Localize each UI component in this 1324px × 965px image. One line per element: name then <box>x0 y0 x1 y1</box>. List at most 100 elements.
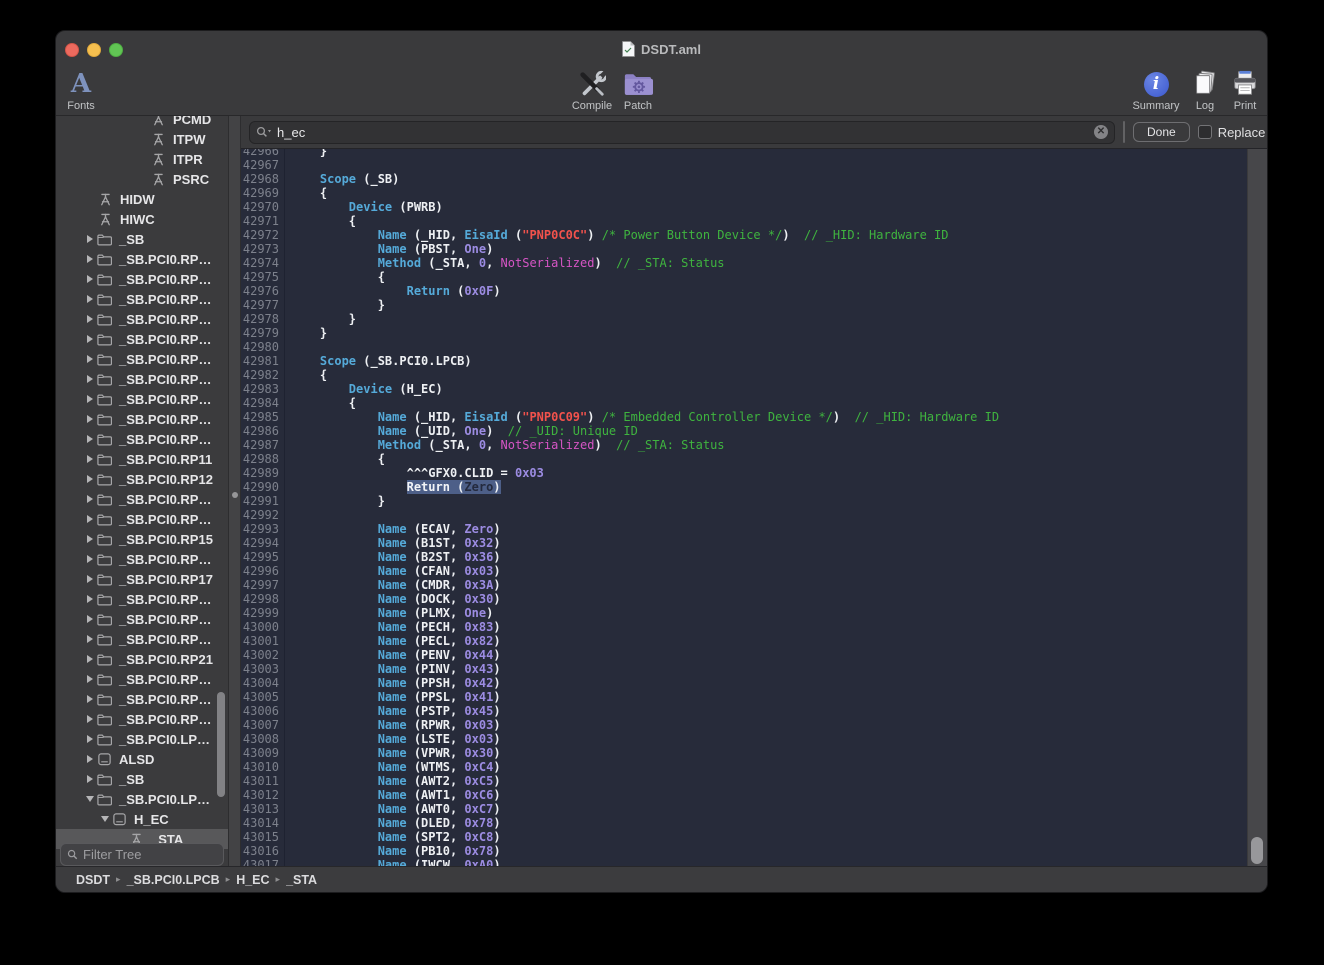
editor-scrollbar-track[interactable] <box>1247 149 1267 867</box>
sidebar-scrollbar-thumb[interactable] <box>217 692 225 797</box>
disclosure-triangle-icon[interactable] <box>83 435 97 443</box>
disclosure-triangle-icon[interactable] <box>83 655 97 663</box>
search-icon[interactable] <box>256 126 272 138</box>
tree-item--sb-pci0-rp12[interactable]: _SB.PCI0.RP12 <box>56 469 228 489</box>
line-number: 43016 <box>241 844 284 858</box>
disclosure-triangle-icon[interactable] <box>83 355 97 363</box>
disclosure-triangle-icon[interactable] <box>83 675 97 683</box>
disclosure-triangle-icon[interactable] <box>83 715 97 723</box>
disclosure-triangle-icon[interactable] <box>83 315 97 323</box>
tree-item--sb-pci0-rp-[interactable]: _SB.PCI0.RP… <box>56 629 228 649</box>
disclosure-triangle-icon[interactable] <box>83 535 97 543</box>
disclosure-triangle-icon[interactable] <box>83 635 97 643</box>
disclosure-triangle-icon[interactable] <box>83 695 97 703</box>
tree-item--sb-pci0-rp-[interactable]: _SB.PCI0.RP… <box>56 509 228 529</box>
tree-item--sb-pci0-rp-[interactable]: _SB.PCI0.RP… <box>56 589 228 609</box>
fonts-button[interactable]: A Fonts <box>55 69 116 112</box>
disclosure-triangle-icon[interactable] <box>83 455 97 463</box>
tree-item--sb-pci0-lp-[interactable]: _SB.PCI0.LP… <box>56 729 228 749</box>
disclosure-triangle-icon[interactable] <box>83 595 97 603</box>
tree-item--sb-pci0-rp-[interactable]: _SB.PCI0.RP… <box>56 389 228 409</box>
disclosure-triangle-icon[interactable] <box>83 796 97 802</box>
tree-item--sb-pci0-rp-[interactable]: _SB.PCI0.RP… <box>56 549 228 569</box>
filter-tree-field[interactable]: Filter Tree <box>60 843 224 866</box>
tree-item-psrc[interactable]: PSRC <box>56 169 228 189</box>
find-query[interactable]: h_ec <box>277 125 1089 140</box>
patch-button[interactable]: Patch <box>603 69 673 112</box>
done-button[interactable]: Done <box>1133 122 1190 142</box>
disclosure-triangle-icon[interactable] <box>83 755 97 763</box>
breadcrumb-item[interactable]: _SB.PCI0.LPCB <box>127 873 220 887</box>
tree-item--sb-pci0-rp-[interactable]: _SB.PCI0.RP… <box>56 669 228 689</box>
tree-item--sb-pci0-rp-[interactable]: _SB.PCI0.RP… <box>56 369 228 389</box>
find-previous-button[interactable]: ‹ <box>1124 122 1125 142</box>
tree-item--sb-pci0-lp-[interactable]: _SB.PCI0.LP… <box>56 789 228 809</box>
tree-item--sb-pci0-rp-[interactable]: _SB.PCI0.RP… <box>56 349 228 369</box>
sidebar: PCMDITPWITPRPSRCHIDWHIWC_SB_SB.PCI0.RP…_… <box>56 116 228 867</box>
tree-item--sb[interactable]: _SB <box>56 769 228 789</box>
print-button[interactable]: Print <box>1210 69 1268 112</box>
disclosure-triangle-icon[interactable] <box>83 275 97 283</box>
disclosure-triangle-icon[interactable] <box>83 395 97 403</box>
disclosure-triangle-icon[interactable] <box>83 255 97 263</box>
code-editor[interactable]: 42966 }4296742968 Scope (_SB)42969 {4297… <box>241 149 1247 867</box>
tree-item-alsd[interactable]: ALSD <box>56 749 228 769</box>
tree-item-label: _SB.PCI0.RP… <box>119 392 211 407</box>
disclosure-triangle-icon[interactable] <box>83 515 97 523</box>
clear-search-icon[interactable]: ✕ <box>1094 125 1108 139</box>
code-token: Scope <box>320 354 356 368</box>
fonts-icon: A <box>71 71 91 97</box>
tree-item--sb-pci0-rp-[interactable]: _SB.PCI0.RP… <box>56 329 228 349</box>
title-bar[interactable]: DSDT.aml <box>56 31 1267 67</box>
replace-toggle[interactable]: Replace <box>1198 125 1266 140</box>
tree-item-itpr[interactable]: ITPR <box>56 149 228 169</box>
replace-checkbox[interactable] <box>1198 125 1212 139</box>
disclosure-triangle-icon[interactable] <box>83 735 97 743</box>
disclosure-triangle-icon[interactable] <box>83 775 97 783</box>
disclosure-triangle-icon[interactable] <box>83 335 97 343</box>
tree-item--sb-pci0-rp-[interactable]: _SB.PCI0.RP… <box>56 489 228 509</box>
code-token: (PB10, <box>407 844 465 858</box>
tree-item--sb-pci0-rp-[interactable]: _SB.PCI0.RP… <box>56 249 228 269</box>
tree-item-hiwc[interactable]: HIWC <box>56 209 228 229</box>
tree-item-itpw[interactable]: ITPW <box>56 129 228 149</box>
tree-item--sb-pci0-rp-[interactable]: _SB.PCI0.RP… <box>56 309 228 329</box>
disclosure-triangle-icon[interactable] <box>83 615 97 623</box>
tree-item--sb[interactable]: _SB <box>56 229 228 249</box>
code-token: } <box>284 298 385 312</box>
tree-item--sb-pci0-rp-[interactable]: _SB.PCI0.RP… <box>56 709 228 729</box>
find-field[interactable]: h_ec ✕ <box>249 121 1115 144</box>
disclosure-triangle-icon[interactable] <box>83 235 97 243</box>
disclosure-triangle-icon[interactable] <box>83 495 97 503</box>
tree-item-hidw[interactable]: HIDW <box>56 189 228 209</box>
tree-item-h-ec[interactable]: H_EC <box>56 809 228 829</box>
disclosure-triangle-icon[interactable] <box>83 555 97 563</box>
code-token: Name <box>378 746 407 760</box>
tree-item--sb-pci0-rp17[interactable]: _SB.PCI0.RP17 <box>56 569 228 589</box>
disclosure-triangle-icon[interactable] <box>83 475 97 483</box>
tree-item-pcmd[interactable]: PCMD <box>56 116 228 129</box>
breadcrumb-item[interactable]: H_EC <box>236 873 269 887</box>
disclosure-triangle-icon[interactable] <box>83 415 97 423</box>
code-token: 0x41 <box>464 690 493 704</box>
tree-item--sb-pci0-rp-[interactable]: _SB.PCI0.RP… <box>56 289 228 309</box>
tree-item--sb-pci0-rp11[interactable]: _SB.PCI0.RP11 <box>56 449 228 469</box>
tree-item--sb-pci0-rp-[interactable]: _SB.PCI0.RP… <box>56 609 228 629</box>
tree-item--sb-pci0-rp15[interactable]: _SB.PCI0.RP15 <box>56 529 228 549</box>
tree-item--sb-pci0-rp-[interactable]: _SB.PCI0.RP… <box>56 269 228 289</box>
line-number: 43003 <box>241 662 284 676</box>
disclosure-triangle-icon[interactable] <box>83 295 97 303</box>
tree-item--sb-pci0-rp21[interactable]: _SB.PCI0.RP21 <box>56 649 228 669</box>
code-token: Name <box>378 242 407 256</box>
disclosure-triangle-icon[interactable] <box>83 575 97 583</box>
tree-item--sb-pci0-rp-[interactable]: _SB.PCI0.RP… <box>56 429 228 449</box>
print-label: Print <box>1234 100 1257 112</box>
tree-item--sb-pci0-rp-[interactable]: _SB.PCI0.RP… <box>56 689 228 709</box>
disclosure-triangle-icon[interactable] <box>83 375 97 383</box>
breadcrumb-item[interactable]: _STA <box>286 873 317 887</box>
splitter-handle[interactable] <box>228 116 241 867</box>
disclosure-triangle-icon[interactable] <box>98 816 112 822</box>
editor-scrollbar-thumb[interactable] <box>1251 837 1263 864</box>
breadcrumb-item[interactable]: DSDT <box>76 873 110 887</box>
tree-item--sb-pci0-rp-[interactable]: _SB.PCI0.RP… <box>56 409 228 429</box>
